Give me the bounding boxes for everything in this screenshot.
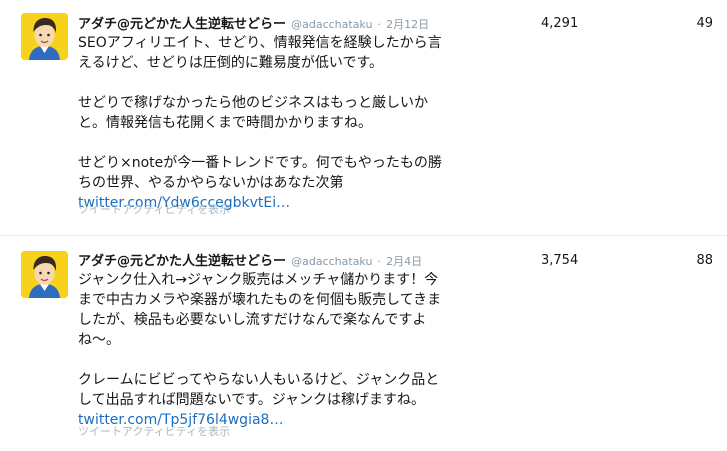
text-line: えるけど、せどりは圧倒的に難易度が低いです。: [78, 55, 384, 71]
tweet-header: アダチ@元どかた人生逆転せどらー @adacchataku · 2月12日: [78, 14, 429, 32]
impressions-count: 3,754: [541, 253, 579, 268]
avatar-illustration: [21, 13, 68, 60]
separator-dot: ·: [377, 18, 382, 31]
tweet-paragraph: せどりで稼げなかったら他のビジネスはもっと厳しいか と。情報発信も花開くまで時間…: [78, 93, 458, 133]
tweet-row[interactable]: アダチ@元どかた人生逆転せどらー @adacchataku · 2月4日 ジャン…: [0, 236, 727, 451]
tweet-text: SEOアフィリエイト、せどり、情報発信を経験したから言 えるけど、せどりは圧倒的…: [78, 33, 458, 213]
view-tweet-activity-link[interactable]: ツイートアクティビティを表示: [78, 201, 230, 217]
avatar[interactable]: [21, 251, 68, 298]
text-line: して出品すれば問題ないです。ジャンクは稼げますね。: [78, 392, 426, 408]
user-handle[interactable]: @adacchataku: [291, 255, 372, 268]
text-line: ちの世界、やるかやらないかはあなた次第: [78, 175, 344, 191]
avatar-illustration: [21, 251, 68, 298]
text-line: せどり×noteが今一番トレンドです。何でもやったもの勝: [78, 155, 442, 171]
text-line: と。情報発信も花開くまで時間かかりますね。: [78, 115, 372, 131]
user-fullname[interactable]: アダチ@元どかた人生逆転せどらー: [78, 254, 286, 269]
tweet-paragraph: ジャンク仕入れ→ジャンク販売はメッチャ儲かります！今 まで中古カメラや楽器が壊れ…: [78, 270, 458, 350]
text-line: したが、検品も必要ないし流すだけなんで楽なんですよ: [78, 312, 427, 328]
tweet-date[interactable]: 2月4日: [386, 255, 422, 268]
text-line: せどりで稼げなかったら他のビジネスはもっと厳しいか: [78, 95, 428, 111]
user-fullname[interactable]: アダチ@元どかた人生逆転せどらー: [78, 17, 286, 32]
tweet-paragraph: クレームにビビってやらない人もいるけど、ジャンク品と して出品すれば問題ないです…: [78, 370, 458, 430]
separator-dot: ·: [377, 255, 382, 268]
tweet-text: ジャンク仕入れ→ジャンク販売はメッチャ儲かります！今 まで中古カメラや楽器が壊れ…: [78, 270, 458, 430]
engagements-count: 88: [696, 253, 713, 268]
tweet-header: アダチ@元どかた人生逆転せどらー @adacchataku · 2月4日: [78, 251, 422, 269]
user-handle[interactable]: @adacchataku: [291, 18, 372, 31]
text-line: SEOアフィリエイト、せどり、情報発信を経験したから言: [78, 35, 442, 51]
tweet-row[interactable]: アダチ@元どかた人生逆転せどらー @adacchataku · 2月12日 SE…: [0, 0, 727, 236]
text-line: ジャンク仕入れ→ジャンク販売はメッチャ儲かります！今: [78, 272, 439, 288]
tweet-paragraph: SEOアフィリエイト、せどり、情報発信を経験したから言 えるけど、せどりは圧倒的…: [78, 33, 458, 73]
avatar[interactable]: [21, 13, 68, 60]
text-line: クレームにビビってやらない人もいるけど、ジャンク品と: [78, 372, 440, 388]
engagements-count: 49: [696, 16, 713, 31]
text-line: まで中古カメラや楽器が壊れたものを何個も販売してきま: [78, 292, 442, 308]
impressions-count: 4,291: [541, 16, 579, 31]
view-tweet-activity-link[interactable]: ツイートアクティビティを表示: [78, 423, 230, 439]
tweet-date[interactable]: 2月12日: [386, 18, 429, 31]
text-line: ね〜。: [78, 332, 120, 348]
